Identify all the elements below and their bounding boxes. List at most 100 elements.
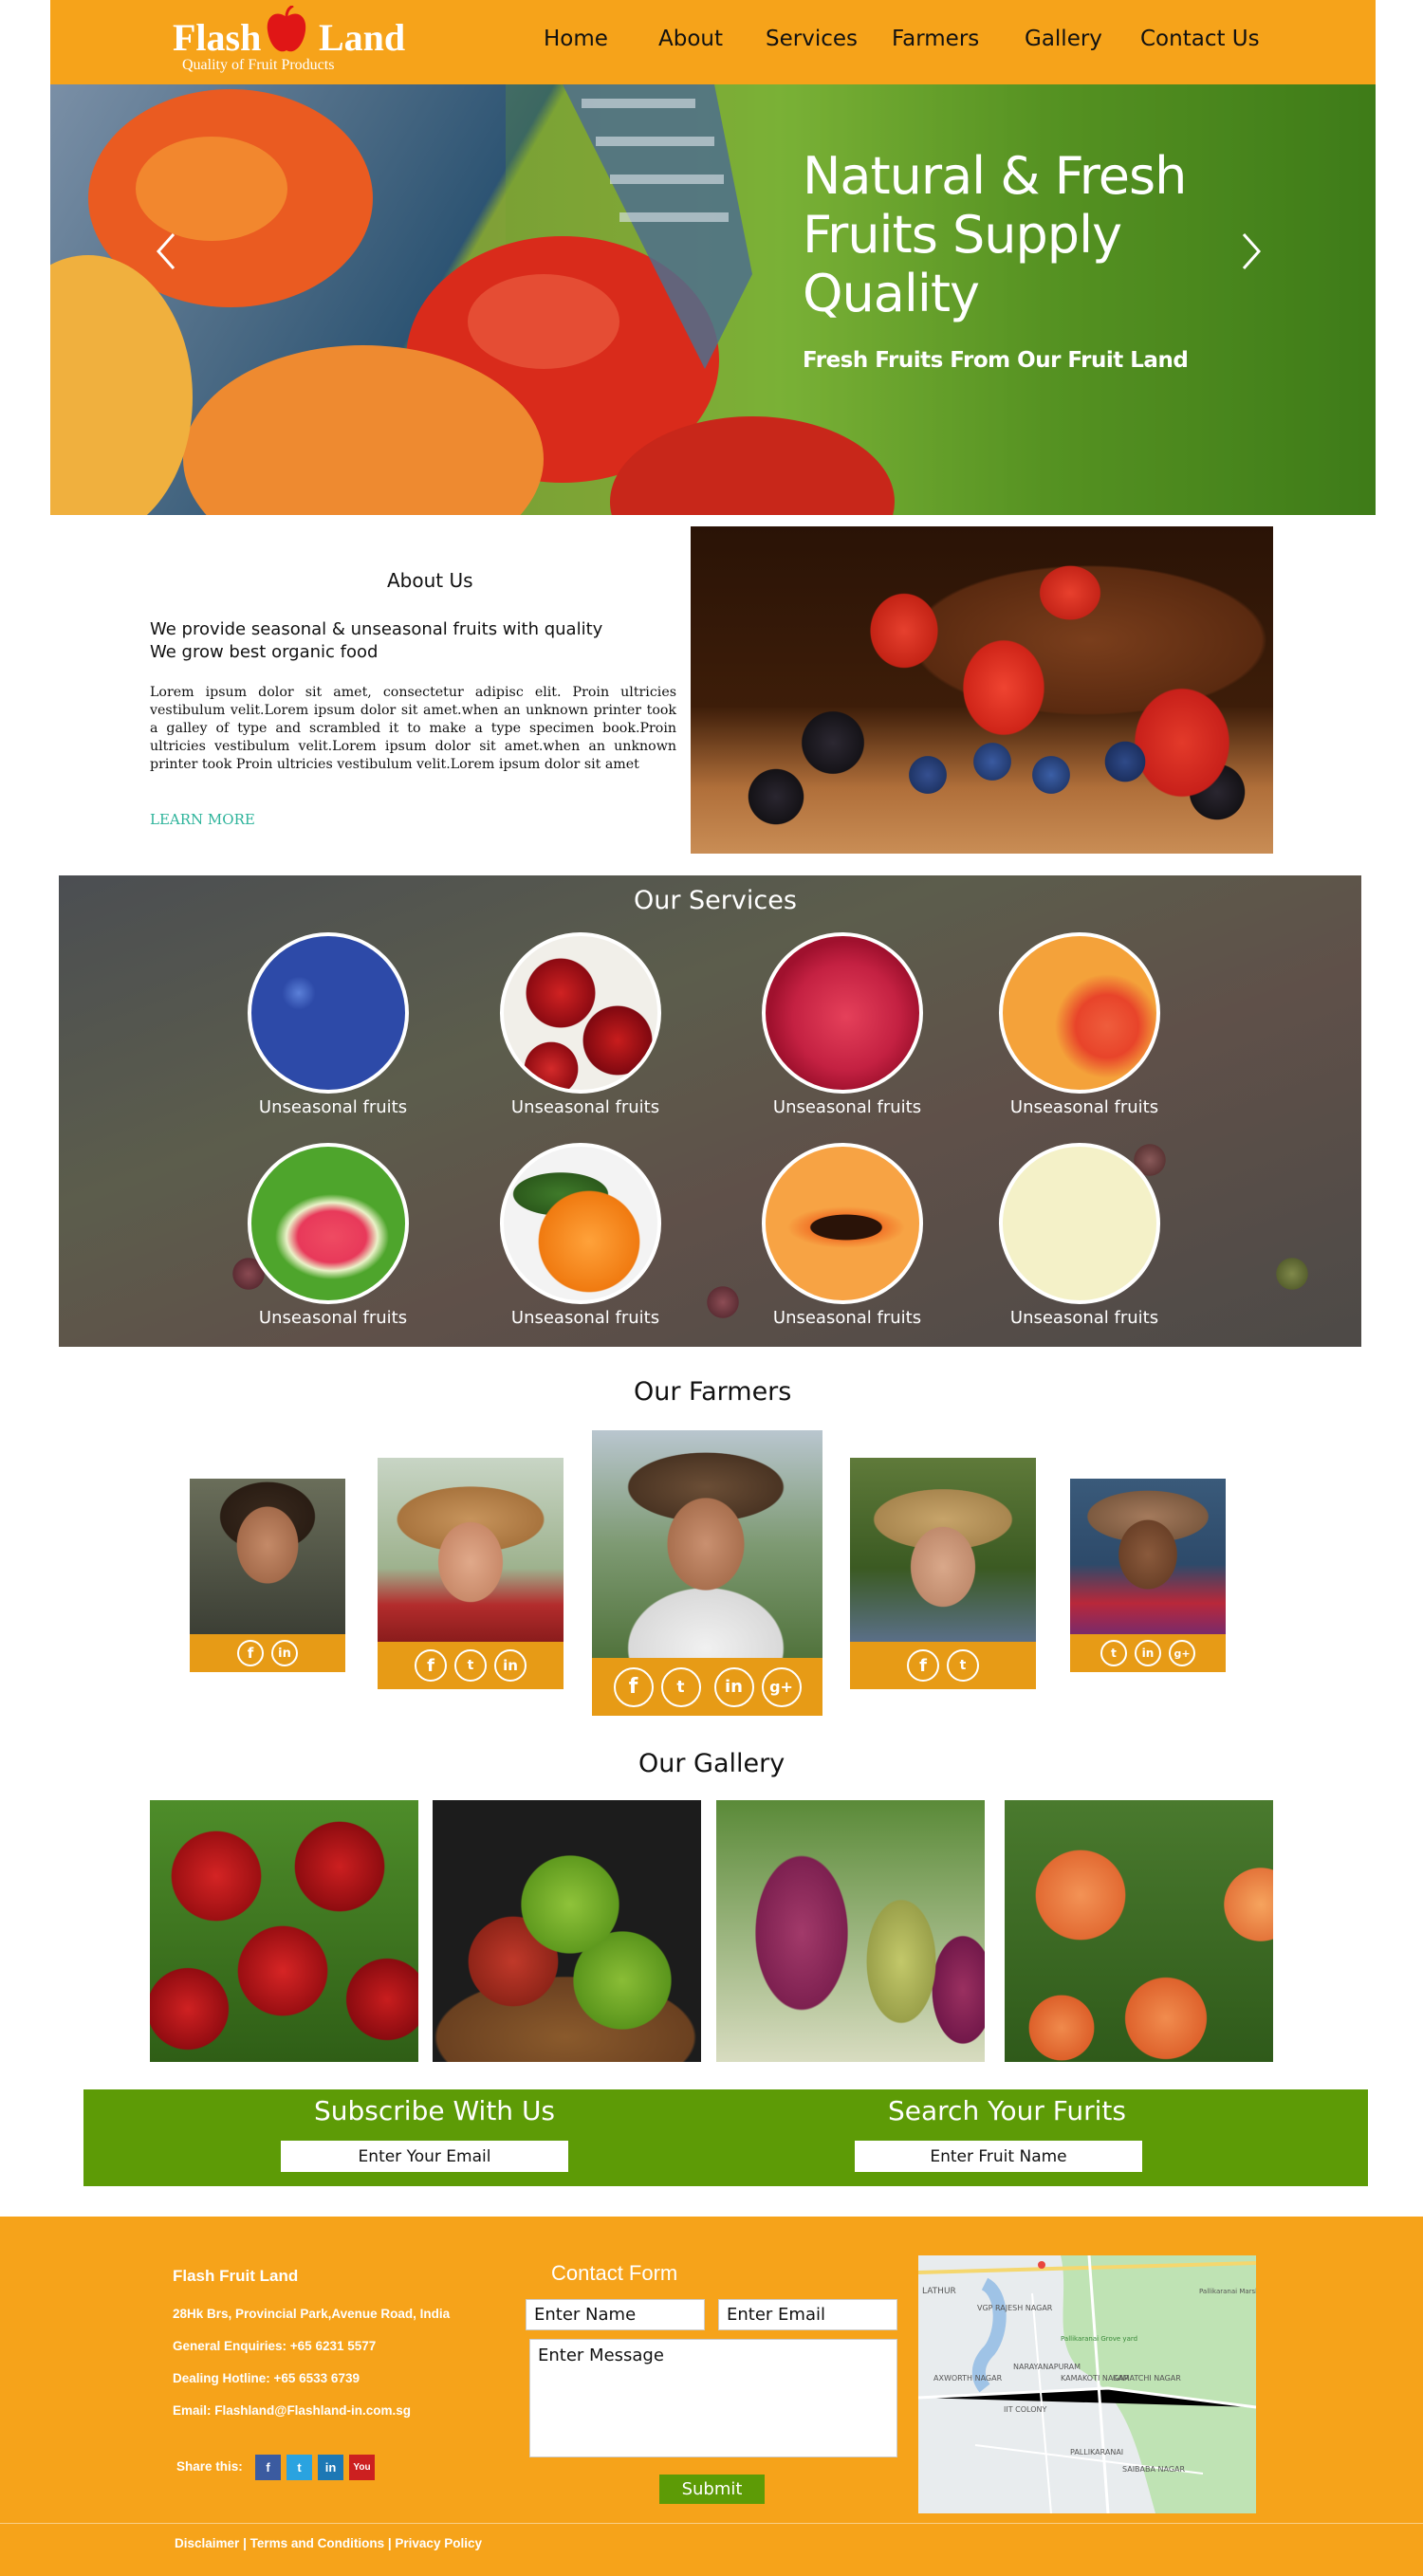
map-label: IIT COLONY — [1004, 2405, 1046, 2414]
nav-home[interactable]: Home — [544, 27, 608, 51]
twitter-icon[interactable]: t — [660, 1666, 701, 1707]
linkedin-icon[interactable]: in — [271, 1640, 298, 1666]
facebook-icon[interactable]: f — [613, 1666, 654, 1707]
contact-message-input[interactable] — [529, 2339, 897, 2457]
contact-email-input[interactable] — [718, 2299, 897, 2330]
chevron-right-icon[interactable] — [1240, 227, 1263, 282]
hero-title: Natural & Fresh Fruits Supply Quality — [803, 146, 1187, 323]
map-label: PALLIKARANAI — [1070, 2448, 1123, 2456]
about-tagline-2: We grow best organic food — [150, 642, 379, 662]
share-label: Share this: — [176, 2459, 243, 2474]
facebook-icon[interactable]: f — [237, 1640, 264, 1666]
about-berries-image — [691, 526, 1273, 854]
subscribe-title: Subscribe With Us — [314, 2095, 556, 2126]
about-title: About Us — [387, 569, 473, 592]
terms-link[interactable]: Terms and Conditions — [250, 2536, 385, 2550]
service-label: Unseasonal fruits — [510, 1097, 660, 1117]
farmer-photo — [190, 1479, 345, 1634]
farmer-social-bar: f t — [850, 1642, 1036, 1689]
facebook-icon[interactable]: f — [415, 1649, 447, 1682]
twitter-icon[interactable]: t — [454, 1649, 487, 1682]
logo-text-land: Land — [319, 16, 406, 59]
gallery-title: Our Gallery — [638, 1749, 785, 1778]
service-image-orange[interactable] — [500, 1143, 661, 1304]
map-pin-icon — [1038, 2261, 1045, 2269]
service-image-guava[interactable] — [248, 1143, 409, 1304]
linkedin-icon[interactable]: in — [1135, 1640, 1161, 1666]
service-image-kiwi[interactable] — [999, 1143, 1160, 1304]
services-title: Our Services — [634, 886, 797, 915]
farmer-photo — [1070, 1479, 1226, 1634]
nav-about[interactable]: About — [658, 27, 723, 51]
facebook-icon[interactable]: f — [255, 2455, 281, 2480]
nav-farmers[interactable]: Farmers — [892, 27, 979, 51]
map-label: KAMATCHI NAGAR — [1113, 2374, 1181, 2383]
map-label: SAIBABA NAGAR — [1122, 2465, 1186, 2474]
farmer-social-bar: t in g+ — [1070, 1634, 1226, 1672]
linkedin-icon[interactable]: in — [318, 2455, 343, 2480]
service-image-apple[interactable] — [999, 932, 1160, 1094]
facebook-icon[interactable]: f — [907, 1649, 939, 1682]
farmer-social-bar: f t in g+ — [592, 1658, 822, 1716]
googleplus-icon[interactable]: g+ — [761, 1666, 802, 1707]
map-label: VGP RAJESH NAGAR — [977, 2304, 1053, 2312]
footer-hotline: Dealing Hotline: +65 6533 6739 — [173, 2371, 360, 2385]
twitter-icon[interactable]: t — [947, 1649, 979, 1682]
gallery-image-apricots[interactable] — [1005, 1800, 1273, 2062]
map-label: LATHUR — [922, 2287, 956, 2296]
farmer-photo — [850, 1458, 1036, 1642]
service-label: Unseasonal fruits — [772, 1308, 922, 1328]
contact-submit-button[interactable]: Submit — [659, 2475, 765, 2504]
search-fruit-input[interactable] — [855, 2141, 1142, 2172]
site-logo[interactable]: Flash Land Quality of Fruit Products — [121, 6, 425, 80]
chevron-left-icon[interactable] — [155, 227, 177, 282]
map-label: Pallikaranai Grove yard — [1061, 2335, 1137, 2343]
footer-address: 28Hk Brs, Provincial Park,Avenue Road, I… — [173, 2307, 451, 2321]
legal-links: Disclaimer | Terms and Conditions | Priv… — [175, 2536, 482, 2550]
about-body: Lorem ipsum dolor sit amet, consectetur … — [150, 685, 676, 772]
gallery-image-green-apples[interactable] — [433, 1800, 701, 2062]
about-tagline-1: We provide seasonal & unseasonal fruits … — [150, 619, 603, 639]
service-label: Unseasonal fruits — [258, 1308, 408, 1328]
learn-more-link[interactable]: LEARN MORE — [150, 811, 255, 828]
location-map[interactable]: LATHUR VGP RAJESH NAGAR AXWORTH NAGAR NA… — [918, 2255, 1256, 2513]
googleplus-icon[interactable]: g+ — [1169, 1640, 1195, 1666]
linkedin-icon[interactable]: in — [494, 1649, 527, 1682]
service-image-papaya[interactable] — [762, 1143, 923, 1304]
gallery-image-cherries[interactable] — [150, 1800, 418, 2062]
apple-logo-icon — [267, 6, 306, 52]
twitter-icon[interactable]: t — [1100, 1640, 1127, 1666]
gallery-image-grapes[interactable] — [716, 1800, 985, 2062]
footer-company-name: Flash Fruit Land — [173, 2267, 299, 2285]
logo-text-flash: Flash — [173, 16, 262, 59]
service-image-raspberry[interactable] — [762, 932, 923, 1094]
linkedin-icon[interactable]: in — [713, 1666, 754, 1707]
service-image-cherries[interactable] — [500, 932, 661, 1094]
hero-subtitle: Fresh Fruits From Our Fruit Land — [803, 348, 1189, 373]
farmer-social-bar: f t in — [378, 1642, 564, 1689]
farmer-photo — [378, 1458, 564, 1642]
twitter-icon[interactable]: t — [286, 2455, 312, 2480]
service-label: Unseasonal fruits — [1009, 1308, 1159, 1328]
footer-email[interactable]: Email: Flashland@Flashland-in.com.sg — [173, 2403, 411, 2418]
service-image-blueberries[interactable] — [248, 932, 409, 1094]
nav-gallery[interactable]: Gallery — [1025, 27, 1102, 51]
footer-divider — [0, 2523, 1423, 2524]
map-graphic: LATHUR VGP RAJESH NAGAR AXWORTH NAGAR NA… — [918, 2255, 1256, 2513]
map-label: Pallikaranai Marshland — [1199, 2288, 1256, 2295]
disclaimer-link[interactable]: Disclaimer — [175, 2536, 239, 2550]
nav-services[interactable]: Services — [766, 27, 858, 51]
footer-enquiries: General Enquiries: +65 6231 5577 — [173, 2339, 377, 2353]
service-label: Unseasonal fruits — [258, 1097, 408, 1117]
privacy-link[interactable]: Privacy Policy — [395, 2536, 482, 2550]
farmer-social-bar: f in — [190, 1634, 345, 1672]
legal-separator: | — [243, 2536, 250, 2550]
contact-name-input[interactable] — [526, 2299, 705, 2330]
service-label: Unseasonal fruits — [1009, 1097, 1159, 1117]
subscribe-bar — [83, 2089, 1368, 2186]
farmers-title: Our Farmers — [634, 1377, 792, 1407]
service-label: Unseasonal fruits — [510, 1308, 660, 1328]
nav-contact[interactable]: Contact Us — [1140, 27, 1260, 51]
youtube-icon[interactable]: You — [349, 2455, 375, 2480]
subscribe-email-input[interactable] — [281, 2141, 568, 2172]
